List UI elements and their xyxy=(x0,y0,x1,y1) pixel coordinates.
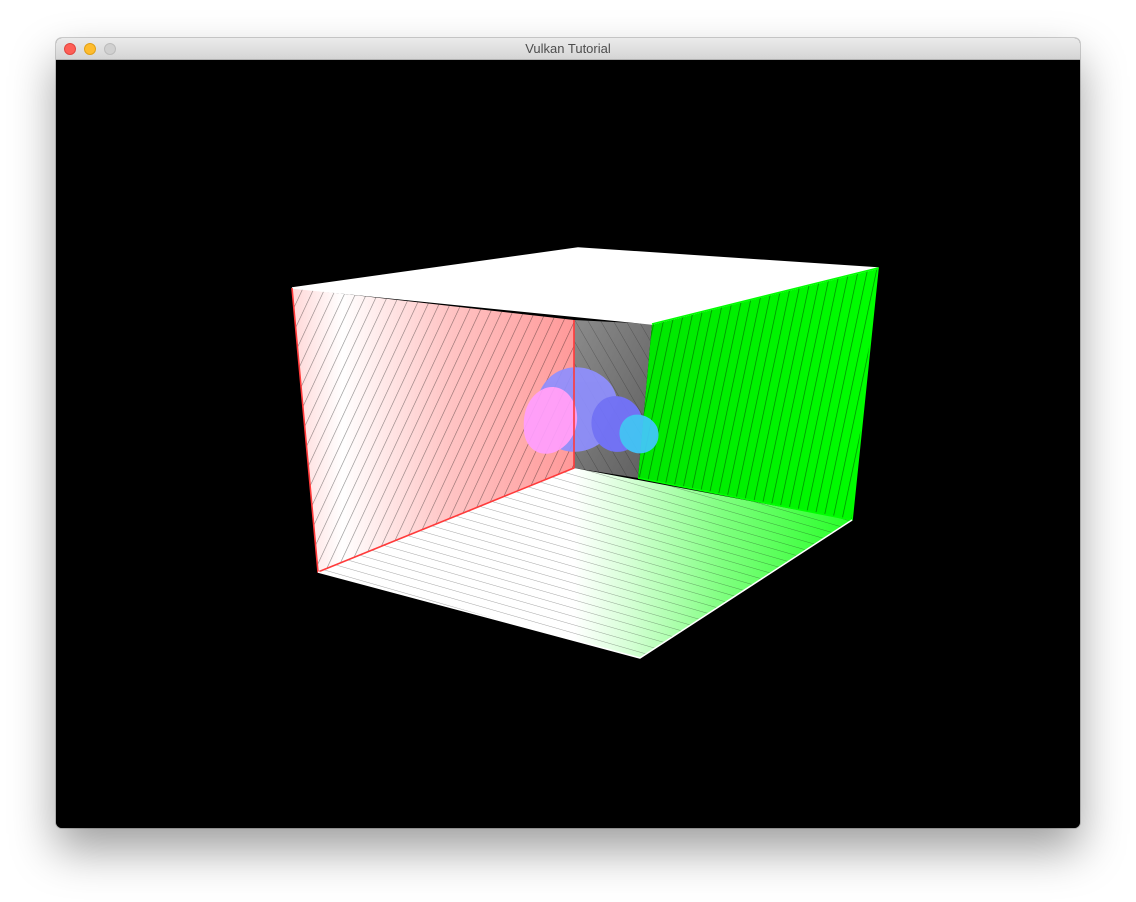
rendered-scene xyxy=(291,247,879,659)
app-window: Vulkan Tutorial xyxy=(56,38,1080,828)
title-bar[interactable]: Vulkan Tutorial xyxy=(56,38,1080,60)
window-title: Vulkan Tutorial xyxy=(525,41,611,56)
render-viewport[interactable] xyxy=(56,60,1080,828)
